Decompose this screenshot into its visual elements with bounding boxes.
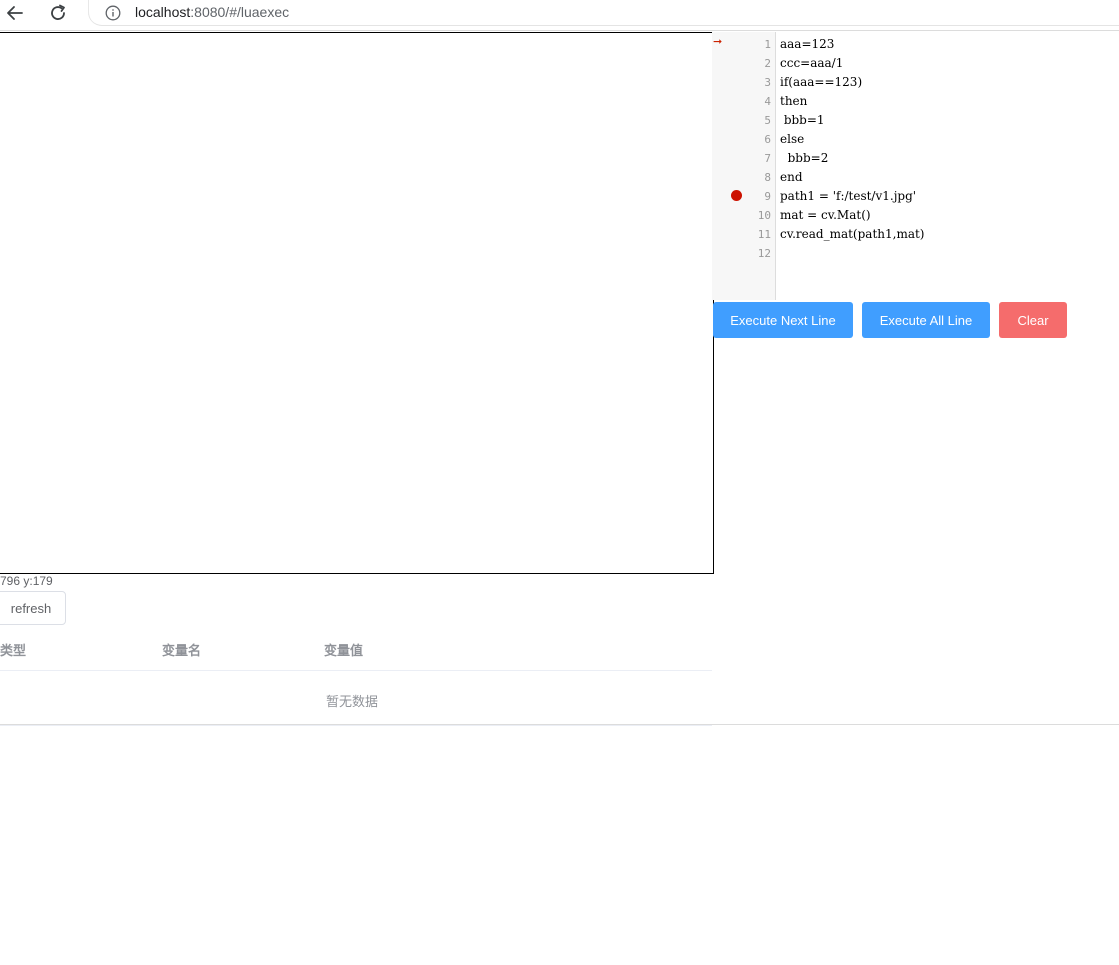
empty-state-text: 暂无数据	[325, 694, 378, 709]
line-number[interactable]: 11	[741, 225, 771, 244]
code-line[interactable]: mat = cv.Mat()	[780, 206, 871, 225]
clear-button[interactable]: Clear	[999, 302, 1067, 338]
line-number[interactable]: 2	[741, 54, 771, 73]
code-line[interactable]: ccc=aaa/1	[780, 54, 843, 73]
arrow-left-icon	[7, 6, 23, 20]
line-number[interactable]: 3	[741, 73, 771, 92]
column-header-name[interactable]: 变量名	[162, 640, 201, 659]
code-line[interactable]: end	[780, 168, 803, 187]
code-line[interactable]: bbb=2	[780, 149, 829, 168]
execute-next-line-button[interactable]: Execute Next Line	[713, 302, 853, 338]
code-line[interactable]: else	[780, 130, 804, 149]
line-number[interactable]: 7	[741, 149, 771, 168]
line-number[interactable]: 5	[741, 111, 771, 130]
back-button[interactable]	[2, 2, 28, 24]
line-number[interactable]: 4	[741, 92, 771, 111]
column-header-value[interactable]: 变量值	[324, 640, 363, 659]
code-line[interactable]: path1 = 'f:/test/v1.jpg'	[780, 187, 916, 206]
code-line[interactable]: then	[780, 92, 807, 111]
line-number[interactable]: 10	[741, 206, 771, 225]
line-number[interactable]: 12	[741, 244, 771, 263]
url-path: :8080/#/luaexec	[190, 4, 290, 20]
cursor-coordinates: 796 y:179	[0, 574, 53, 588]
table-header: 类型 变量名 变量值	[0, 628, 712, 671]
info-icon[interactable]	[105, 5, 121, 21]
section-divider	[0, 724, 1119, 725]
code-line[interactable]: aaa=123	[780, 35, 834, 54]
address-bar[interactable]: localhost:8080/#/luaexec	[88, 0, 1119, 26]
line-number[interactable]: 1	[741, 35, 771, 54]
column-header-type[interactable]: 类型	[0, 640, 26, 659]
reload-icon	[51, 4, 65, 20]
line-number[interactable]: 6	[741, 130, 771, 149]
execute-all-line-button[interactable]: Execute All Line	[862, 302, 990, 338]
browser-toolbar: localhost:8080/#/luaexec	[0, 0, 1119, 30]
refresh-button[interactable]: refresh	[0, 591, 66, 625]
url-text: localhost:8080/#/luaexec	[135, 4, 289, 20]
table-empty-row: 暂无数据	[0, 671, 712, 726]
line-number[interactable]: 9	[741, 187, 771, 206]
line-number[interactable]: 8	[741, 168, 771, 187]
chrome-divider	[0, 30, 1119, 31]
editor-gutter[interactable]: ➞ 1 2 3 4 5 6 7 8 9 10 11 12	[712, 32, 776, 300]
code-line[interactable]: bbb=1	[780, 111, 825, 130]
reload-button[interactable]	[45, 2, 71, 24]
code-line[interactable]: if(aaa==123)	[780, 73, 862, 92]
image-canvas[interactable]	[0, 32, 714, 574]
current-line-arrow-icon: ➞	[713, 36, 723, 48]
variables-table: 类型 变量名 变量值 暂无数据	[0, 628, 712, 726]
code-line[interactable]: cv.read_mat(path1,mat)	[780, 225, 924, 244]
url-host: localhost	[135, 4, 191, 20]
code-editor[interactable]: ➞ 1 2 3 4 5 6 7 8 9 10 11 12 aaa=123 ccc=aaa/1 if(aaa…	[712, 32, 1119, 300]
